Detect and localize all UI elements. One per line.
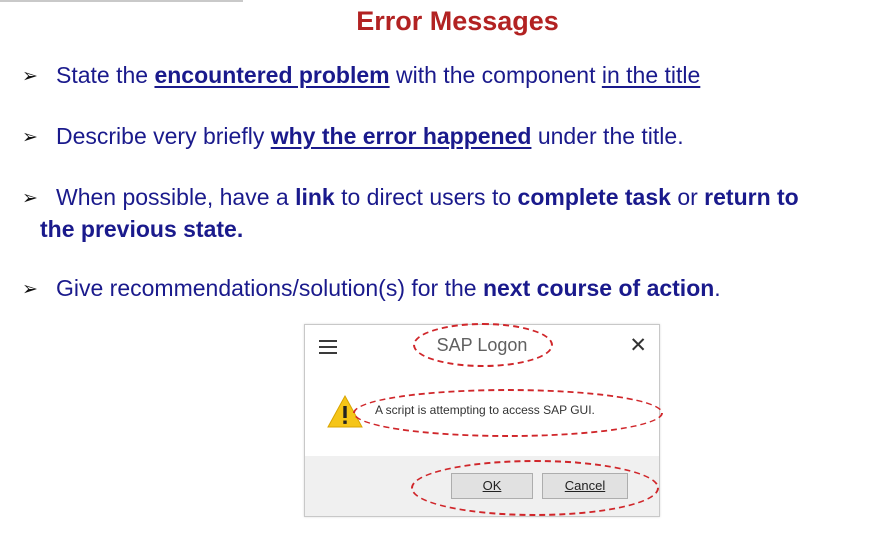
bullet-item: ➢ When possible, have a link to direct us… [22, 182, 799, 245]
dialog-title: SAP Logon [436, 335, 528, 355]
bullet-emphasis: return to [704, 184, 799, 210]
bullet-emphasis: next course of action [482, 275, 715, 301]
arrow-bullet-icon: ➢ [22, 66, 38, 87]
bullet-emphasis: why the error happened [270, 123, 532, 149]
dialog-message: A script is attempting to access SAP GUI… [375, 403, 595, 417]
bullet-emphasis: in the title [601, 62, 701, 88]
arrow-bullet-icon: ➢ [22, 279, 38, 300]
bullet-item: ➢ Describe very briefly why the error hap… [22, 121, 684, 153]
cancel-button[interactable]: Cancel [542, 473, 628, 499]
warning-icon [327, 395, 363, 428]
dialog-footer: OK Cancel [305, 456, 659, 516]
arrow-bullet-icon: ➢ [22, 188, 38, 209]
top-divider [0, 0, 243, 2]
bullet-emphasis: the previous state. [40, 216, 244, 242]
bullet-emphasis: complete task [517, 184, 671, 210]
bullet-item: ➢ Give recommendations/solution(s) for th… [22, 273, 721, 305]
arrow-bullet-icon: ➢ [22, 127, 38, 148]
bullet-emphasis: encountered problem [154, 62, 390, 88]
bullet-emphasis: link [295, 184, 335, 210]
ok-button[interactable]: OK [451, 473, 533, 499]
slide-title: Error Messages [356, 6, 559, 36]
slide: Error Messages ➢ State the encountered pr… [0, 0, 887, 537]
sap-logon-dialog: SAP Logon ✕ A script is attempting to ac… [304, 323, 663, 517]
bullet-item: ➢ State the encountered problem with the … [22, 60, 700, 92]
close-icon[interactable]: ✕ [629, 335, 647, 356]
